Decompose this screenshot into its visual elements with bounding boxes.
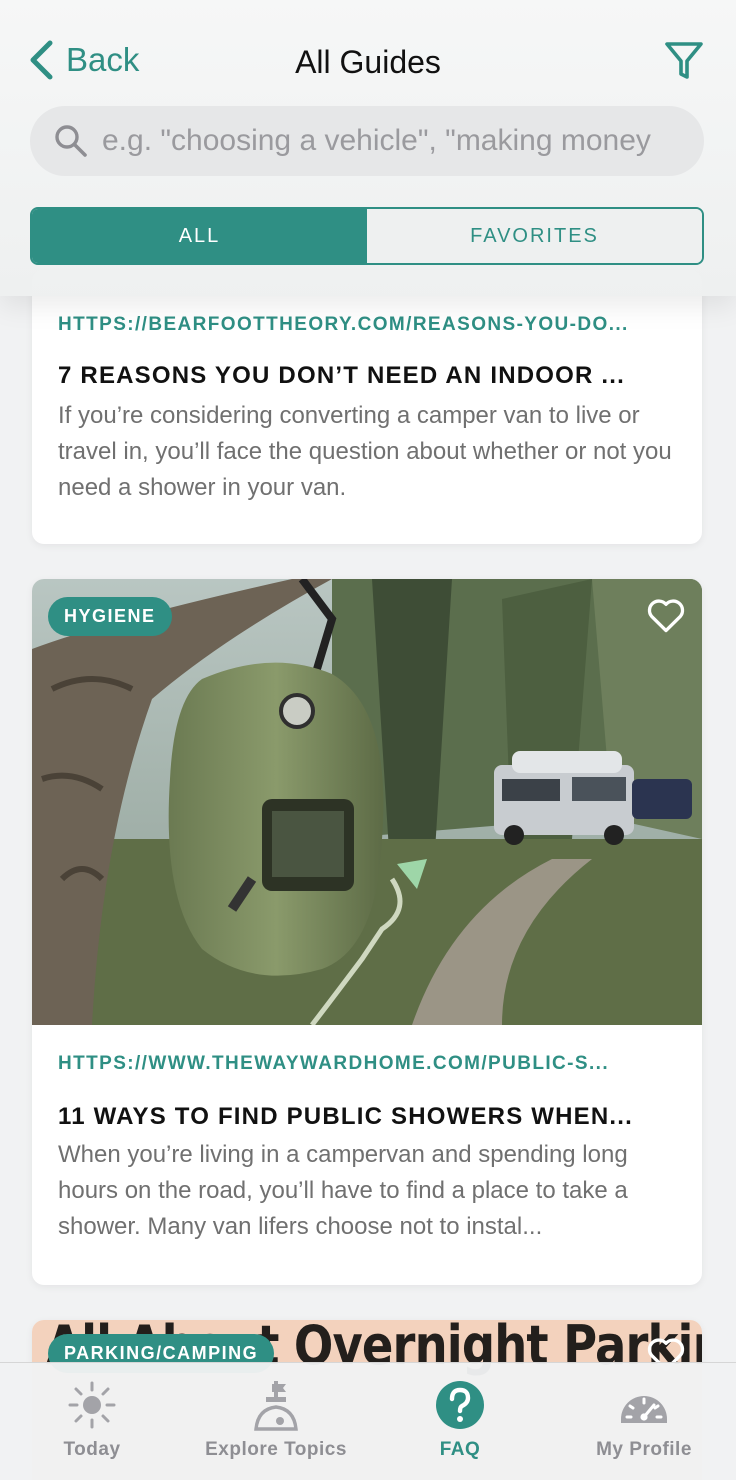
tab-label: FAQ (439, 1439, 481, 1460)
tab-today[interactable]: Today (0, 1363, 184, 1480)
sun-icon (68, 1381, 116, 1429)
guide-card[interactable]: HTTPS://BEARFOOTTHEORY.COM/REASONS-YOU-D… (32, 270, 702, 544)
filter-icon[interactable] (664, 40, 704, 82)
guide-card[interactable]: HYGIENE HTTPS://WWW.THEWAYWARDHOME.COM/P… (32, 579, 702, 1285)
guide-image: HYGIENE (32, 579, 702, 1025)
search-field[interactable] (30, 106, 704, 176)
tab-label: Explore Topics (205, 1439, 347, 1460)
bottom-tab-bar: Today Explore Topics FAQ My Profile (0, 1362, 736, 1480)
search-input[interactable] (102, 124, 682, 158)
tab-explore-topics[interactable]: Explore Topics (184, 1363, 368, 1480)
guide-title: 7 REASONS YOU DON’T NEED AN INDOOR ... (58, 362, 626, 389)
guide-title: 11 WAYS TO FIND PUBLIC SHOWERS WHEN... (58, 1103, 634, 1130)
gauge-icon (621, 1396, 667, 1423)
tab-label: My Profile (596, 1439, 692, 1460)
guide-description: When you’re living in a campervan and sp… (58, 1141, 628, 1240)
guides-segmented-control[interactable]: ALL FAVORITES (30, 207, 704, 265)
guide-description: If you’re considering converting a campe… (58, 402, 672, 501)
page-title: All Guides (295, 44, 441, 80)
segment-favorites[interactable]: FAVORITES (367, 209, 702, 263)
tab-my-profile[interactable]: My Profile (552, 1363, 736, 1480)
guide-url[interactable]: HTTPS://WWW.THEWAYWARDHOME.COM/PUBLIC-S.… (58, 1053, 676, 1075)
tab-label: Today (63, 1439, 121, 1460)
guides-header: Back All Guides ALL FAVORITES (0, 0, 736, 296)
segment-all[interactable]: ALL (32, 209, 367, 263)
tab-faq[interactable]: FAQ (368, 1363, 552, 1480)
shower-bag-photo (32, 579, 702, 1025)
category-badge: HYGIENE (48, 597, 172, 636)
guide-url[interactable]: HTTPS://BEARFOOTTHEORY.COM/REASONS-YOU-D… (58, 314, 676, 336)
question-icon (436, 1381, 484, 1429)
explore-icon (254, 1381, 298, 1431)
favorite-heart-icon[interactable] (644, 593, 688, 637)
search-icon (55, 125, 87, 157)
